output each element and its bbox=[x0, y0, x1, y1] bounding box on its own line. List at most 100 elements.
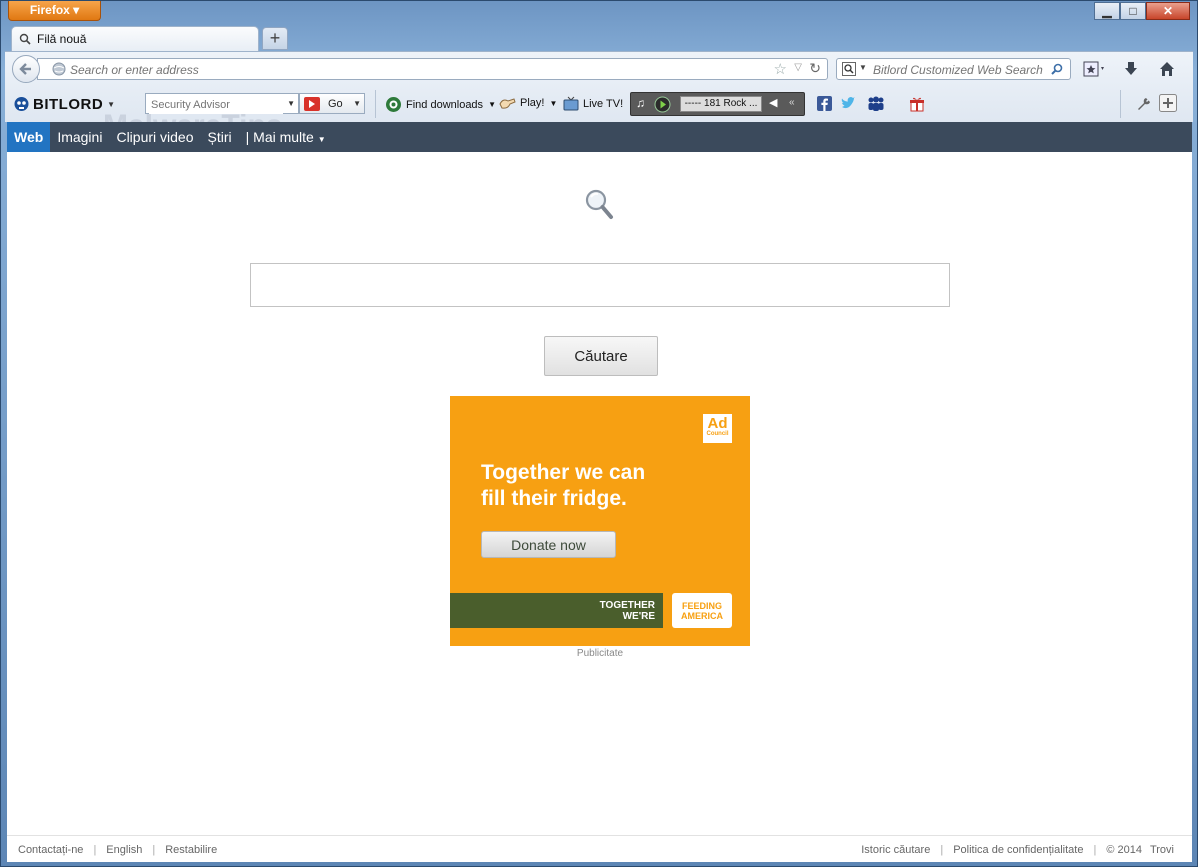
close-icon: ✕ bbox=[1162, 4, 1174, 18]
ad-headline: Together we can fill their fridge. bbox=[481, 460, 721, 512]
download-arrow-icon bbox=[1125, 62, 1137, 75]
footer-brand-link[interactable]: Trovi bbox=[1150, 844, 1174, 856]
find-downloads-button[interactable]: Find downloads ▼ bbox=[385, 96, 496, 113]
browser-chrome: ☆ ▽ ↻ MalwareTips ▼ bbox=[5, 51, 1193, 142]
footer-separator: | bbox=[940, 843, 944, 856]
globe-icon bbox=[52, 62, 66, 76]
toolbar-search-input[interactable] bbox=[149, 95, 283, 114]
address-input[interactable] bbox=[68, 61, 752, 79]
search-go-icon[interactable] bbox=[1050, 62, 1064, 76]
toolbar-search-box[interactable]: ▼ bbox=[145, 93, 299, 114]
footer-restore-link[interactable]: Restabilire bbox=[165, 844, 217, 856]
nav-images[interactable]: Imagini bbox=[50, 129, 109, 145]
radio-station-select[interactable]: ----- 181 Rock ... bbox=[680, 96, 762, 112]
reload-icon[interactable]: ↻ bbox=[809, 60, 821, 77]
advertisement-banner[interactable]: Ad Council Together we can fill their fr… bbox=[450, 396, 750, 646]
go-button[interactable]: Go ▼ bbox=[299, 93, 365, 114]
web-search-input[interactable] bbox=[871, 61, 1047, 79]
facebook-button[interactable] bbox=[817, 96, 832, 111]
tab-label: Filă nouă bbox=[37, 32, 87, 46]
magnifier-icon bbox=[585, 189, 613, 219]
search-engine-icon bbox=[842, 62, 856, 76]
footer-language-link[interactable]: English bbox=[106, 844, 142, 856]
chevron-down-icon[interactable]: ▼ bbox=[353, 99, 361, 108]
maximize-button[interactable]: □ bbox=[1120, 2, 1146, 20]
nav-videos[interactable]: Clipuri video bbox=[109, 129, 200, 145]
footer-contact-link[interactable]: Contactați-ne bbox=[18, 844, 83, 856]
page-footer: Contactați-ne | English | Restabilire Is… bbox=[7, 835, 1192, 863]
home-button[interactable] bbox=[1154, 58, 1180, 80]
footer-history-link[interactable]: Istoric căutare bbox=[861, 844, 930, 856]
ad-caption: Publicitate bbox=[576, 648, 624, 659]
back-arrow-icon bbox=[19, 63, 31, 75]
ad-headline-line-2: fill their fridge. bbox=[481, 487, 627, 510]
chevron-down-icon[interactable]: ▼ bbox=[107, 100, 115, 109]
toolbar-separator bbox=[1120, 90, 1121, 118]
chevron-down-icon[interactable]: ▽ bbox=[794, 62, 802, 73]
minimize-button[interactable]: ▁ bbox=[1094, 2, 1120, 20]
nav-more[interactable]: | Mai multe ▼ bbox=[239, 129, 333, 145]
go-label: Go bbox=[328, 97, 343, 110]
bookmarks-menu-button[interactable] bbox=[1082, 58, 1108, 80]
toolbar-separator bbox=[375, 90, 376, 118]
chevron-down-icon: ▼ bbox=[488, 100, 496, 109]
window-controls: ▁ □ ✕ bbox=[1094, 2, 1190, 20]
home-icon bbox=[1160, 62, 1174, 76]
ad-council-logo-top: Ad bbox=[707, 415, 728, 432]
feeding-america-line-2: AMERICA bbox=[681, 611, 723, 621]
ad-headline-line-1: Together we can bbox=[481, 461, 646, 484]
tab-new[interactable]: Filă nouă bbox=[11, 26, 259, 51]
facebook-icon bbox=[817, 96, 832, 111]
chevron-down-icon: ▼ bbox=[317, 135, 326, 144]
new-tab-button[interactable]: + bbox=[262, 27, 288, 50]
firefox-menu-button[interactable]: Firefox ▾ bbox=[8, 1, 101, 21]
ad-tagline-line-2: WE'RE bbox=[622, 611, 655, 622]
search-page: Căutare Ad Council Together we can fill … bbox=[7, 152, 1192, 862]
find-downloads-icon bbox=[386, 97, 401, 112]
myspace-button[interactable] bbox=[867, 96, 885, 111]
gift-button[interactable] bbox=[909, 96, 925, 112]
bookmark-star-icon[interactable]: ☆ bbox=[774, 60, 787, 78]
live-tv-button[interactable]: Live TV! bbox=[563, 96, 623, 111]
tv-icon bbox=[563, 96, 579, 111]
feeding-america-line-1: FEEDING bbox=[681, 601, 722, 611]
downloads-button[interactable] bbox=[1118, 58, 1144, 80]
people-icon bbox=[868, 96, 884, 111]
footer-privacy-link[interactable]: Politica de confidențialitate bbox=[953, 844, 1083, 856]
radio-play-icon[interactable] bbox=[654, 96, 671, 113]
chevron-down-icon[interactable]: ▼ bbox=[287, 99, 295, 108]
nav-web[interactable]: Web bbox=[7, 122, 51, 152]
volume-icon[interactable]: ◀ bbox=[769, 96, 777, 109]
close-button[interactable]: ✕ bbox=[1146, 2, 1190, 20]
feeding-america-logo: FEEDING AMERICA bbox=[672, 593, 732, 628]
collapse-icon[interactable]: « bbox=[789, 97, 795, 108]
go-arrow-icon bbox=[304, 96, 320, 111]
donate-now-button[interactable]: Donate now bbox=[481, 531, 616, 558]
browser-window: Firefox ▾ ▁ □ ✕ Filă nouă + ☆ ▽ ↻ bbox=[0, 0, 1198, 867]
find-downloads-label: Find downloads bbox=[406, 98, 484, 111]
live-tv-label: Live TV! bbox=[583, 97, 624, 110]
search-button[interactable]: Căutare bbox=[544, 336, 658, 376]
twitter-icon bbox=[841, 97, 855, 109]
bitlord-logo[interactable]: BITLORD ▼ bbox=[13, 96, 115, 113]
footer-separator: | bbox=[93, 843, 97, 856]
chevron-down-icon[interactable]: ▼ bbox=[859, 63, 867, 72]
bookmarks-icon bbox=[1083, 61, 1104, 77]
play-button[interactable]: Play! ▼ bbox=[499, 96, 557, 110]
radio-player: ♫ ----- 181 Rock ... ◀ « bbox=[630, 92, 805, 116]
nav-news[interactable]: Știri bbox=[201, 129, 239, 145]
twitter-button[interactable] bbox=[840, 96, 856, 111]
bitlord-skull-icon bbox=[14, 97, 29, 111]
music-note-icon[interactable]: ♫ bbox=[636, 96, 645, 110]
ad-council-logo-bottom: Council bbox=[706, 431, 729, 437]
nav-icon-group bbox=[1082, 58, 1180, 80]
nav-more-label: | Mai multe bbox=[245, 129, 314, 145]
back-button[interactable] bbox=[12, 55, 40, 83]
tools-button[interactable] bbox=[1136, 96, 1151, 111]
footer-left-links: Contactați-ne | English | Restabilire bbox=[18, 844, 217, 856]
address-bar[interactable]: ☆ ▽ ↻ bbox=[37, 58, 828, 80]
add-on-button[interactable] bbox=[1159, 94, 1177, 112]
minimize-icon: ▁ bbox=[1102, 4, 1112, 18]
main-search-input[interactable] bbox=[250, 263, 950, 307]
web-search-bar[interactable]: ▼ bbox=[836, 58, 1071, 80]
